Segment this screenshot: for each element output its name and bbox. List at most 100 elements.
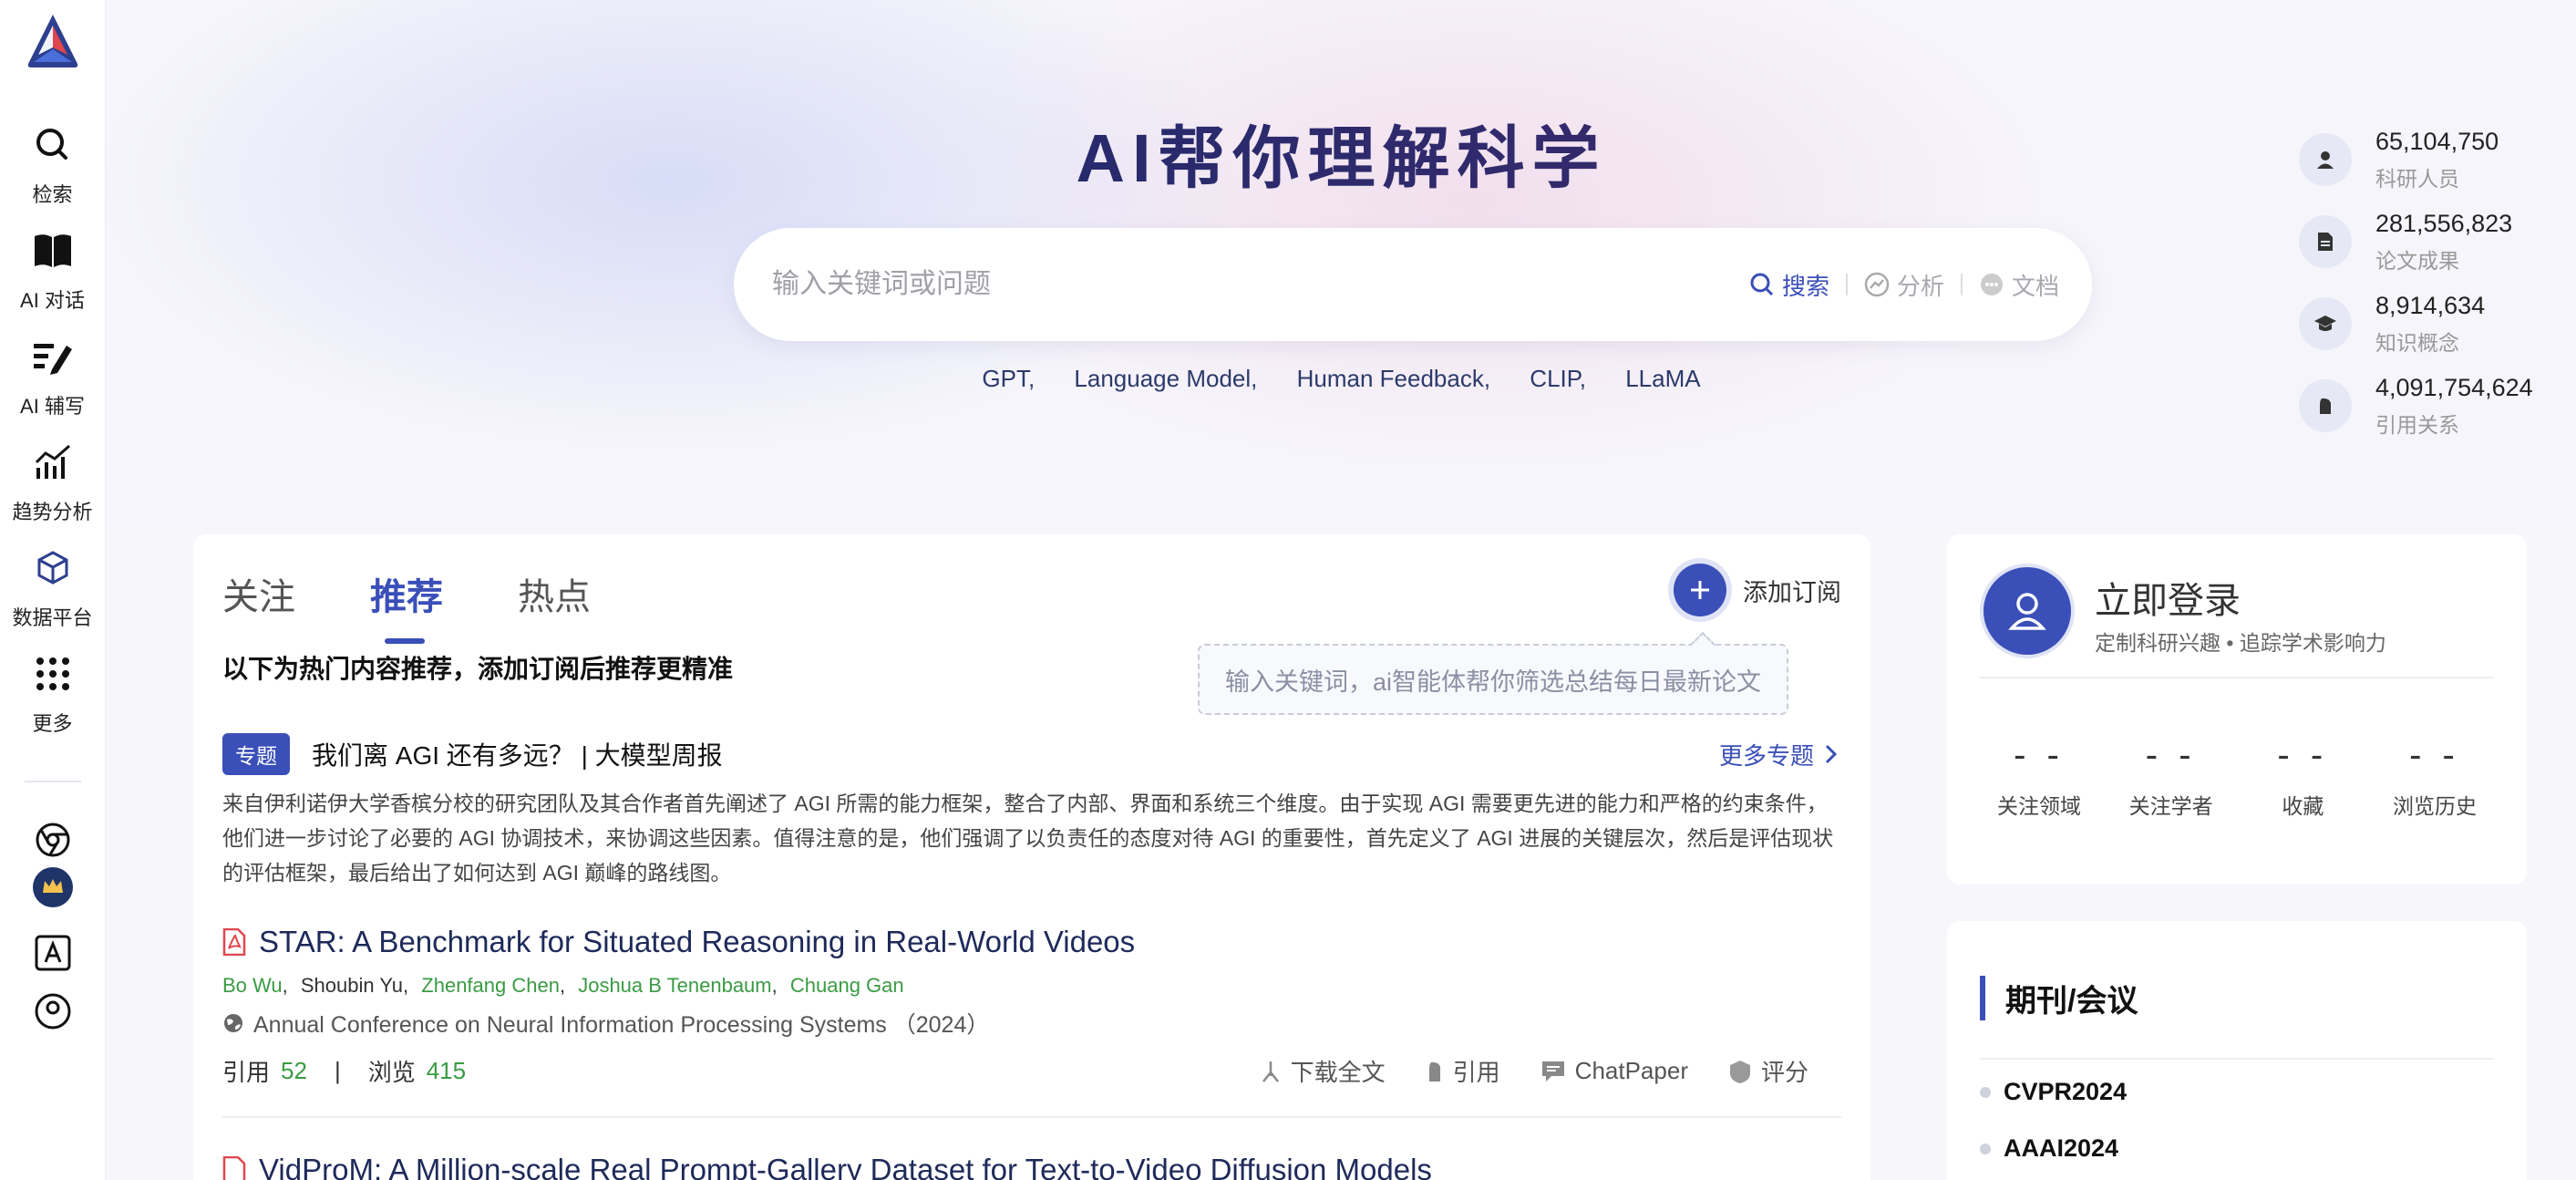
- search-box: 搜索 分析 文档: [734, 228, 2092, 341]
- sidebar-divider: [24, 781, 81, 782]
- hot-keywords: GPT, Language Model, Human Feedback, CLI…: [107, 365, 2576, 393]
- trend-chart-icon: [32, 441, 74, 483]
- more-topics-label: 更多专题: [1718, 741, 1814, 770]
- search-icon: [32, 124, 74, 166]
- user-icon[interactable]: [32, 990, 74, 1032]
- stat-value: 281,556,823: [2375, 210, 2513, 237]
- sidebar: 检索 AI 对话 AI 辅写 趋势分析 数据平台 更多: [0, 0, 106, 1180]
- hot-keyword[interactable]: Human Feedback,: [1297, 365, 1490, 392]
- rating-icon: [1729, 1060, 1750, 1083]
- document-button[interactable]: 文档: [1979, 268, 2059, 302]
- paper-actions: 下载全文 引用 ChatPaper 评分: [1220, 1054, 1808, 1088]
- aminer-logo[interactable]: [25, 13, 81, 69]
- sidebar-item-trend[interactable]: 趋势分析: [0, 441, 106, 525]
- author-link[interactable]: Zhenfang Chen: [421, 974, 560, 997]
- analysis-button[interactable]: 分析: [1864, 268, 1944, 302]
- stat-value: - -: [2014, 735, 2065, 775]
- tab-recommend[interactable]: 推荐: [370, 567, 443, 644]
- author-link[interactable]: Joshua B Tenenbaum: [578, 974, 771, 997]
- author-name: Shoubin Yu: [300, 974, 404, 997]
- stat-value: - -: [2409, 735, 2460, 775]
- paper-venue: Annual Conference on Neural Information …: [222, 1007, 989, 1040]
- hot-keyword[interactable]: CLIP,: [1530, 365, 1586, 392]
- paper-title-link[interactable]: STAR: A Benchmark for Situated Reasoning…: [222, 925, 1135, 959]
- rate-label: 评分: [1760, 1059, 1808, 1086]
- divider: [1980, 1058, 2494, 1060]
- subscription-tooltip: 输入关键词，ai智能体帮你筛选总结每日最新论文: [1198, 644, 1788, 715]
- sidebar-item-more[interactable]: 更多: [0, 653, 106, 737]
- search-input[interactable]: [772, 228, 1592, 341]
- cite-label: 引用: [222, 1059, 271, 1086]
- stat-followed-scholars[interactable]: - - 关注学者: [2112, 735, 2231, 820]
- chrome-extension-icon[interactable]: [32, 819, 74, 861]
- sidebar-item-ai-write[interactable]: AI 辅写: [0, 336, 106, 419]
- divider: [222, 1116, 1841, 1118]
- globe-icon: [224, 1014, 242, 1032]
- sidebar-item-label: AI 辅写: [20, 395, 85, 418]
- cite-button[interactable]: 引用: [1426, 1054, 1500, 1088]
- hot-keyword[interactable]: Language Model,: [1074, 365, 1257, 392]
- journal-item[interactable]: CVPR2024: [1980, 1078, 2127, 1106]
- login-card: 立即登录 定制科研兴趣 • 追踪学术影响力 - - 关注领域 - - 关注学者 - …: [1947, 534, 2527, 885]
- stat-followed-fields[interactable]: - - 关注领域: [1980, 735, 2098, 820]
- author-link[interactable]: Bo Wu: [222, 974, 283, 997]
- stat-history[interactable]: - - 浏览历史: [2375, 735, 2494, 820]
- cite-button-label: 引用: [1452, 1059, 1500, 1086]
- avatar[interactable]: [1984, 567, 2071, 655]
- user-stats: - - 关注领域 - - 关注学者 - - 收藏 - - 浏览历史: [1980, 735, 2494, 820]
- hot-keyword[interactable]: LLaMA: [1625, 365, 1700, 392]
- stat-label: 科研人员: [2375, 167, 2459, 191]
- tab-hot[interactable]: 热点: [518, 567, 591, 620]
- venue-text: Annual Conference on Neural Information …: [253, 1012, 990, 1038]
- section-title: 期刊/会议: [1980, 976, 2138, 1020]
- hot-keyword[interactable]: GPT,: [982, 365, 1035, 392]
- stat-papers: 281,556,823 论文成果: [2299, 210, 2533, 292]
- download-icon: [1262, 1061, 1279, 1082]
- login-link[interactable]: 立即登录: [2095, 571, 2241, 624]
- tab-follow[interactable]: 关注: [222, 567, 295, 620]
- view-label: 浏览: [367, 1059, 416, 1086]
- topic-row: 专题 我们离 AGI 还有多远？ | 大模型周报 更多专题: [222, 733, 1841, 775]
- stat-citations: 4,091,754,624 引用关系: [2299, 374, 2533, 456]
- stat-favorites[interactable]: - - 收藏: [2243, 735, 2362, 820]
- rate-button[interactable]: 评分: [1728, 1054, 1808, 1088]
- sidebar-item-ai-chat[interactable]: AI 对话: [0, 230, 106, 314]
- chatpaper-button[interactable]: ChatPaper: [1540, 1057, 1688, 1085]
- paper-metrics: 引用 52 | 浏览 415: [222, 1054, 466, 1088]
- feed-panel: 关注 推荐 热点 添加订阅 输入关键词，ai智能体帮你筛选总结每日最新论文 以下…: [193, 534, 1870, 1180]
- stat-value: - -: [2277, 735, 2329, 775]
- paper-title: STAR: A Benchmark for Situated Reasoning…: [259, 925, 1136, 958]
- chat-icon: [1541, 1061, 1564, 1082]
- bullet-icon: [1980, 1143, 1991, 1154]
- paper-title-link[interactable]: VidProM: A Million-scale Real Prompt-Gal…: [222, 1153, 1432, 1180]
- quote-icon: [1428, 1061, 1440, 1082]
- login-subtitle: 定制科研兴趣 • 追踪学术影响力: [2095, 631, 2386, 655]
- view-count: 415: [426, 1057, 467, 1084]
- stat-value: - -: [2145, 735, 2197, 775]
- more-topics-link[interactable]: 更多专题: [1719, 738, 1841, 771]
- vip-crown-icon[interactable]: [32, 866, 74, 908]
- book-icon: [32, 230, 74, 272]
- stat-label: 关注领域: [1997, 794, 2081, 818]
- sidebar-item-search[interactable]: 检索: [0, 124, 106, 208]
- author-link[interactable]: Chuang Gan: [790, 974, 904, 997]
- divider: [1845, 274, 1848, 295]
- paper-icon: [2299, 215, 2352, 268]
- stat-value: 8,914,634: [2375, 292, 2486, 319]
- divider: |: [334, 1057, 341, 1084]
- sidebar-item-label: AI 对话: [20, 289, 85, 312]
- download-button[interactable]: 下载全文: [1260, 1054, 1386, 1088]
- sidebar-item-data-platform[interactable]: 数据平台: [0, 547, 106, 631]
- translate-icon[interactable]: [32, 932, 74, 974]
- topic-title[interactable]: 我们离 AGI 还有多远？ | 大模型周报: [312, 736, 723, 772]
- journal-item[interactable]: AAAI2024: [1980, 1134, 2118, 1163]
- grid-dots-icon: [32, 653, 74, 695]
- hero-section: AI帮你理解科学 搜索 分析 文档 GPT, Language Model, H…: [107, 0, 2576, 529]
- download-label: 下载全文: [1290, 1059, 1386, 1086]
- search-button[interactable]: 搜索: [1749, 268, 1829, 302]
- journal-card: 期刊/会议 CVPR2024 AAAI2024: [1947, 921, 2527, 1180]
- add-subscription-button[interactable]: 添加订阅: [1674, 564, 1841, 616]
- divider: [1980, 677, 2494, 678]
- analysis-icon: [1864, 272, 1890, 297]
- sidebar-item-label: 检索: [32, 183, 73, 206]
